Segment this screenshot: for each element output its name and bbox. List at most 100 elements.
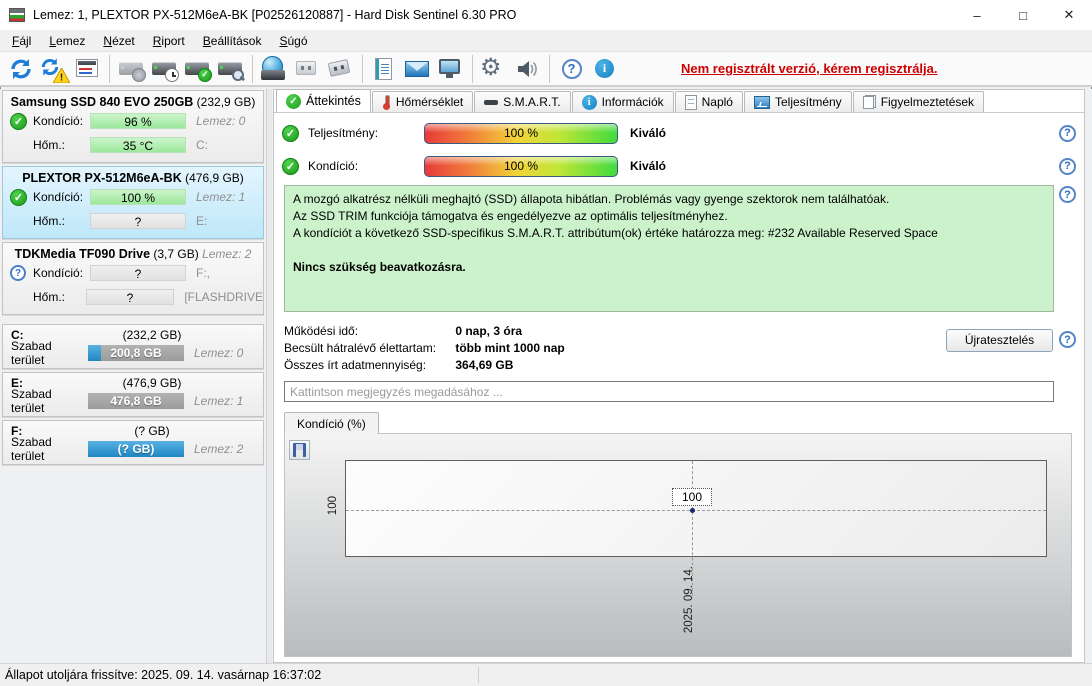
partition-panel-e[interactable]: E: (476,9 GB) Szabad terület 476,8 GB Le… <box>2 372 264 417</box>
thermometer-icon <box>382 94 391 110</box>
performance-rating: Kiváló <box>630 126 667 140</box>
chart-tab-condition[interactable]: Kondíció (%) <box>284 412 379 434</box>
chart-plot-area <box>345 460 1047 557</box>
help-icon[interactable]: ? <box>556 54 587 84</box>
y-axis-tick: 100 <box>327 496 339 516</box>
menu-disk[interactable]: Lemez <box>40 31 94 51</box>
volume-label: [FLASHDRIVE <box>184 290 263 304</box>
log-icon[interactable] <box>369 54 400 84</box>
partition-size: (232,2 GB) <box>122 328 182 342</box>
temperature-bar: ? <box>90 213 186 229</box>
menu-report[interactable]: Riport <box>144 31 194 51</box>
refresh-icon[interactable] <box>6 54 37 84</box>
disk-name: PLEXTOR PX-512M6eA-BK <box>22 171 182 185</box>
app-logo-icon <box>9 8 25 22</box>
data-point[interactable] <box>690 508 695 513</box>
sound-icon[interactable] <box>512 54 543 84</box>
menu-help[interactable]: Súgó <box>270 31 316 51</box>
mail-icon[interactable] <box>402 54 433 84</box>
toolbar-separator <box>549 54 550 83</box>
advice-text: Nincs szükség beavatkozásra. <box>293 260 466 274</box>
tab-bar: ✓ Áttekintés Hőmérséklet S.M.A.R.T. i In… <box>274 89 1084 113</box>
condition-label: Kondíció: <box>308 159 359 173</box>
lifetime-label: Becsült hátralévő élettartam: <box>284 341 437 355</box>
disk-number: Lemez: 0 <box>196 114 246 128</box>
help-icon[interactable]: ? <box>1059 186 1076 203</box>
health-status-box: A mozgó alkatrész nélküli meghajtó (SSD)… <box>284 185 1054 312</box>
status-bar: Állapot utoljára frissítve: 2025. 09. 14… <box>0 663 1092 686</box>
tab-temperature[interactable]: Hőmérséklet <box>371 91 474 112</box>
temperature-label: Hőm.: <box>33 290 66 304</box>
minimize-button[interactable]: – <box>954 0 1000 30</box>
help-icon[interactable]: ? <box>1059 157 1076 175</box>
tab-alerts[interactable]: Figyelmeztetések <box>852 91 985 112</box>
data-point-label: 100 <box>672 488 712 506</box>
performance-row: ✓ Teljesítmény: 100 % Kiváló ? <box>274 121 1084 145</box>
tab-smart[interactable]: S.M.A.R.T. <box>474 91 571 112</box>
disk-offline-icon[interactable] <box>116 54 147 84</box>
retest-button[interactable]: Újratesztelés <box>946 329 1053 352</box>
disk-name: TDKMedia TF090 Drive <box>14 247 151 261</box>
network-disk-icon[interactable] <box>259 54 290 84</box>
tab-information[interactable]: i Információk <box>571 91 674 112</box>
condition-bar: 100 % <box>90 189 186 205</box>
save-chart-icon[interactable] <box>289 440 310 460</box>
help-icon[interactable]: ? <box>1059 331 1076 348</box>
disk-panel-plextor[interactable]: PLEXTOR PX-512M6eA-BK (476,9 GB) ✓ Kondí… <box>2 166 264 239</box>
info-icon[interactable]: i <box>589 54 620 84</box>
disk-sidebar: Samsung SSD 840 EVO 250GB (232,9 GB) ✓ K… <box>0 89 264 663</box>
toolbar-separator <box>252 54 253 83</box>
disk-size: (3,7 GB) <box>153 247 199 261</box>
disk-panel-samsung[interactable]: Samsung SSD 840 EVO 250GB (232,9 GB) ✓ K… <box>2 90 264 163</box>
report-icon[interactable] <box>72 54 103 84</box>
disk-number: Lemez: 1 <box>194 394 244 408</box>
disk-number: Lemez: 2 <box>194 442 244 456</box>
tab-performance[interactable]: Teljesítmény <box>743 91 852 112</box>
partition-panel-c[interactable]: C: (232,2 GB) Szabad terület 200,8 GB Le… <box>2 324 264 369</box>
free-space-bar: 476,8 GB <box>88 393 184 409</box>
condition-history-chart: 100 100 2025. 09. 14. <box>284 433 1072 657</box>
window-title: Lemez: 1, PLEXTOR PX-512M6eA-BK [P025261… <box>33 8 517 22</box>
document-icon <box>684 94 697 110</box>
smart-icon <box>484 99 499 105</box>
disk-size: (232,9 GB) <box>196 95 256 109</box>
temperature-label: Hőm.: <box>33 214 66 228</box>
menu-view[interactable]: Nézet <box>94 31 143 51</box>
performance-bar: 100 % <box>424 122 618 144</box>
check-icon: ✓ <box>286 93 301 109</box>
performance-label: Teljesítmény: <box>308 126 379 140</box>
help-icon[interactable]: ? <box>1059 124 1076 142</box>
settings-gear-icon[interactable]: ⚙ <box>479 54 510 84</box>
condition-row: ✓ Kondíció: 100 % Kiváló ? <box>274 154 1084 178</box>
maximize-button[interactable]: □ <box>1000 0 1046 30</box>
menu-settings[interactable]: Beállítások <box>194 31 271 51</box>
total-written-label: Összes írt adatmennyiség: <box>284 358 427 372</box>
disk-schedule-icon[interactable] <box>149 54 180 84</box>
disk-panel-tdkmedia[interactable]: TDKMedia TF090 Drive (3,7 GB) Lemez: 2 ?… <box>2 242 264 315</box>
sidebar-splitter[interactable] <box>266 89 272 663</box>
drive-letter: E: <box>196 214 208 228</box>
disk-unknown-icon: ? <box>10 265 26 281</box>
network-monitor-icon[interactable] <box>435 54 466 84</box>
refresh-warning-icon[interactable]: ! <box>39 54 70 84</box>
disk-tools-icon[interactable] <box>292 54 323 84</box>
tab-overview[interactable]: ✓ Áttekintés <box>276 89 371 112</box>
pages-icon <box>862 95 876 109</box>
lifetime-value: több mint 1000 nap <box>455 341 565 355</box>
partition-panel-f[interactable]: F: (? GB) Szabad terület (? GB) Lemez: 2 <box>2 420 264 465</box>
disk-size: (476,9 GB) <box>185 171 244 185</box>
menu-file[interactable]: Fájl <box>3 31 40 51</box>
drive-letter: F:, <box>196 266 210 280</box>
disk-connect-icon[interactable] <box>325 54 356 84</box>
close-button[interactable]: ✕ <box>1046 0 1092 30</box>
disk-surface-test-icon[interactable] <box>215 54 246 84</box>
power-on-time-label: Működési idő: <box>284 324 359 338</box>
status-line: A kondíciót a következő SSD-specifikus S… <box>293 226 938 240</box>
drive-letter: C: <box>196 138 208 152</box>
condition-label: Kondíció: <box>33 190 84 204</box>
toolbar-separator <box>362 54 363 83</box>
registration-notice-link[interactable]: Nem regisztrált verzió, kérem regisztrál… <box>681 61 938 76</box>
tab-log[interactable]: Napló <box>674 91 743 112</box>
disk-accept-icon[interactable]: ✓ <box>182 54 213 84</box>
comment-input[interactable] <box>284 381 1054 402</box>
